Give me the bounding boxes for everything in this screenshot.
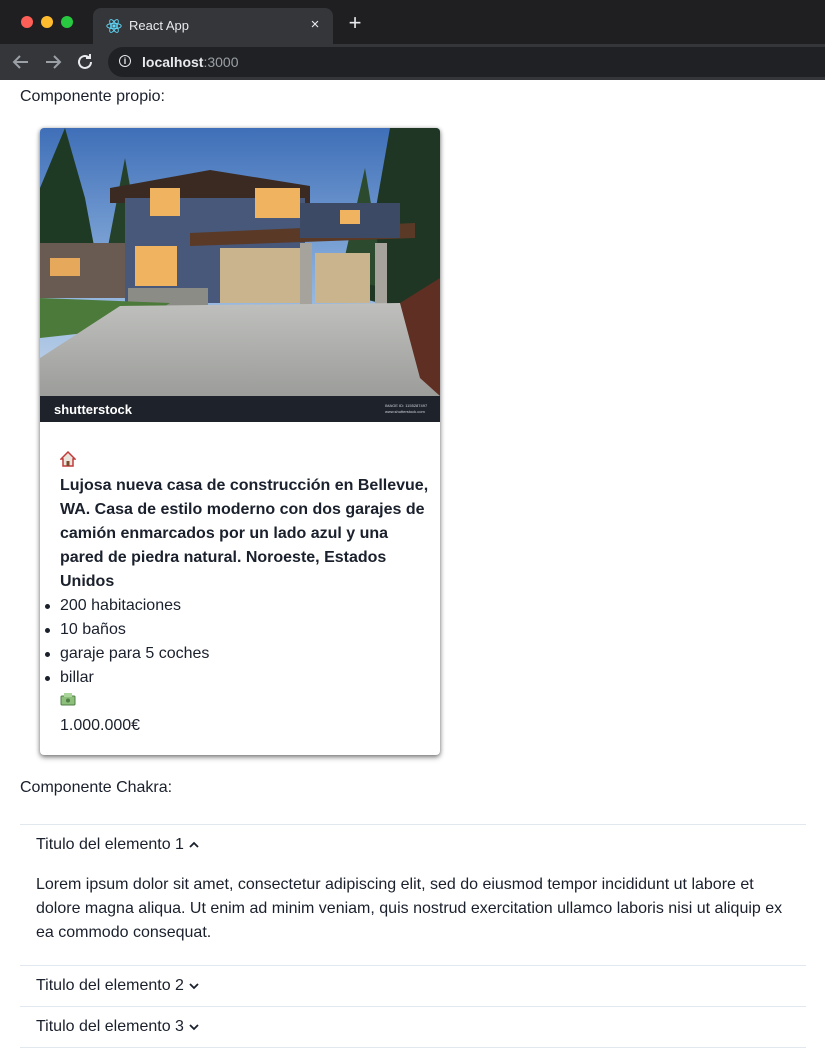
price: 1.000.000€ <box>60 717 141 734</box>
close-window-button[interactable] <box>21 16 33 28</box>
shutterstock-logo: shutterstock <box>54 402 133 417</box>
chevron-down-icon <box>189 1024 199 1031</box>
feature-item: garaje para 5 coches <box>45 642 430 666</box>
tab-title: React App <box>129 18 189 33</box>
page-content: Componente propio: shutterstock IMAGE ID… <box>0 80 825 1056</box>
address-bar[interactable]: i localhost:3000 <box>108 47 825 77</box>
browser-tab[interactable]: React App × <box>93 8 333 44</box>
accordion-title: Titulo del elemento 1 <box>36 836 184 853</box>
accordion-toggle-1[interactable]: Titulo del elemento 1 <box>20 825 806 865</box>
maximize-window-button[interactable] <box>61 16 73 28</box>
chakra-component-label: Componente Chakra: <box>20 779 173 796</box>
accordion-toggle-3[interactable]: Titulo del elemento 3 <box>20 1007 806 1047</box>
property-card: shutterstock IMAGE ID: 1155287497 www.sh… <box>40 128 440 755</box>
accordion-toggle-2[interactable]: Titulo del elemento 2 <box>20 966 806 1006</box>
chevron-up-icon <box>189 841 199 848</box>
house-icon <box>59 450 430 474</box>
accordion: Titulo del elemento 1 Lorem ipsum dolor … <box>20 824 806 1048</box>
image-site-text: www.shutterstock.com <box>385 409 425 414</box>
property-title: Lujosa nueva casa de construcción en Bel… <box>60 477 429 590</box>
site-info-icon[interactable]: i <box>119 55 131 67</box>
accordion-title: Titulo del elemento 2 <box>36 977 184 994</box>
tab-bar: React App × + <box>0 0 825 44</box>
browser-chrome: React App × + i localhost:3000 <box>0 0 825 80</box>
accordion-item-3: Titulo del elemento 3 <box>20 1006 806 1048</box>
accordion-panel-1: Lorem ipsum dolor sit amet, consectetur … <box>36 876 783 941</box>
house-photo: shutterstock IMAGE ID: 1155287497 www.sh… <box>40 128 440 422</box>
reload-icon[interactable] <box>73 50 97 74</box>
money-icon <box>60 690 430 714</box>
accordion-item-1: Titulo del elemento 1 Lorem ipsum dolor … <box>20 824 806 965</box>
card-body: Lujosa nueva casa de construcción en Bel… <box>45 450 430 738</box>
accordion-title: Titulo del elemento 3 <box>36 1018 184 1035</box>
own-component-label: Componente propio: <box>20 88 165 105</box>
back-arrow-icon[interactable] <box>9 50 33 74</box>
feature-item: 10 baños <box>45 618 430 642</box>
image-id-text: IMAGE ID: 1155287497 <box>385 403 428 408</box>
chevron-down-icon <box>189 983 199 990</box>
accordion-item-2: Titulo del elemento 2 <box>20 965 806 1006</box>
feature-item: 200 habitaciones <box>45 594 430 618</box>
tab-close-icon[interactable]: × <box>305 15 325 35</box>
url-text[interactable]: localhost:3000 <box>142 54 239 70</box>
feature-item: billar <box>45 666 430 690</box>
new-tab-button[interactable]: + <box>344 12 366 34</box>
minimize-window-button[interactable] <box>41 16 53 28</box>
browser-toolbar: i localhost:3000 <box>0 44 825 80</box>
forward-arrow-icon[interactable] <box>41 50 65 74</box>
react-icon <box>106 19 122 33</box>
features-list: 200 habitaciones 10 baños garaje para 5 … <box>45 594 430 690</box>
